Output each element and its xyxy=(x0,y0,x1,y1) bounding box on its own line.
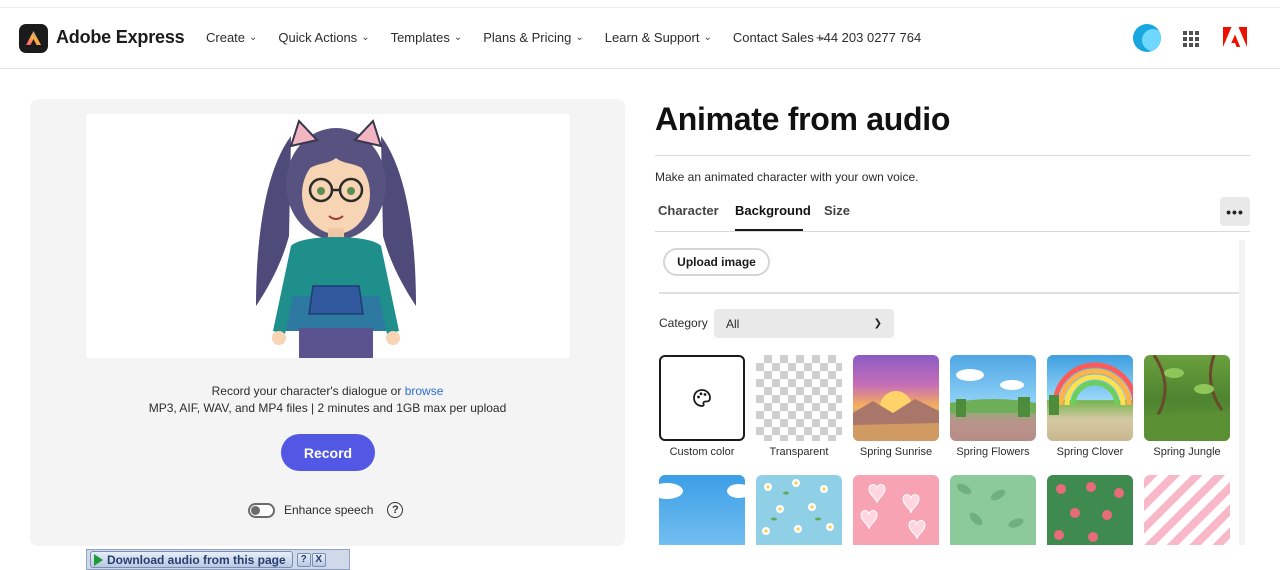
recording-panel: Record your character's dialogue or brow… xyxy=(30,99,625,546)
background-tile[interactable] xyxy=(1144,475,1230,545)
chevron-down-icon: ❯ xyxy=(873,318,882,329)
chevron-down-icon: ⌄ xyxy=(249,32,258,43)
background-tile[interactable] xyxy=(756,475,842,545)
nav-learn-support[interactable]: Learn & Support ⌄ xyxy=(605,30,712,45)
upload-image-button[interactable]: Upload image xyxy=(663,248,770,276)
download-close-button[interactable]: X xyxy=(311,552,326,567)
hearts-pattern xyxy=(860,484,926,540)
background-tile[interactable] xyxy=(950,355,1036,441)
background-custom-color[interactable]: Custom color xyxy=(659,355,745,458)
enhance-speech-row: Enhance speech ? xyxy=(248,502,404,518)
jungle-scene xyxy=(1144,355,1230,441)
flowers-scene xyxy=(950,369,1036,417)
background-tile[interactable] xyxy=(1047,355,1133,441)
category-select[interactable]: All ❯ xyxy=(714,309,894,338)
nav-quick-actions[interactable]: Quick Actions ⌄ xyxy=(278,30,369,45)
palette-icon xyxy=(693,389,711,407)
record-button[interactable]: Record xyxy=(281,434,375,471)
background-label: Spring Flowers xyxy=(956,446,1030,458)
brand-name[interactable]: Adobe Express xyxy=(56,27,185,48)
file-limits-text: MP3, AIF, WAV, and MP4 files | 2 minutes… xyxy=(148,401,507,415)
enhance-speech-toggle[interactable] xyxy=(248,502,275,518)
sunrise-scene xyxy=(853,391,939,441)
download-audio-button[interactable]: Download audio from this page xyxy=(90,551,293,568)
adobe-logo-icon[interactable] xyxy=(1223,27,1247,48)
background-transparent[interactable]: Transparent xyxy=(756,355,842,458)
background-tile[interactable] xyxy=(756,355,842,441)
leaves-pattern xyxy=(956,483,1024,528)
enhance-speech-label: Enhance speech xyxy=(284,503,374,517)
background-roses-pattern[interactable] xyxy=(1047,475,1133,545)
background-tile[interactable] xyxy=(853,355,939,441)
download-audio-toolbar: Download audio from this page ? X xyxy=(86,549,350,570)
chevron-down-icon: ⌄ xyxy=(703,32,712,43)
more-options-button[interactable]: ••• xyxy=(1220,197,1250,226)
animated-character-illustration xyxy=(256,119,416,358)
sky-scene xyxy=(659,483,745,499)
background-tile[interactable] xyxy=(659,475,745,545)
page-subtitle: Make an animated character with your own… xyxy=(655,170,919,184)
browse-link[interactable]: browse xyxy=(405,384,444,398)
browser-top-strip xyxy=(0,0,1280,8)
background-spring-flowers[interactable]: Spring Flowers xyxy=(950,355,1036,458)
rainbow-scene xyxy=(1049,362,1133,415)
background-spring-clover[interactable]: Spring Clover xyxy=(1047,355,1133,458)
background-daisy-pattern[interactable] xyxy=(756,475,842,545)
divider xyxy=(655,155,1250,156)
background-stripes-pattern[interactable] xyxy=(1144,475,1230,545)
site-header: Adobe Express Create ⌄ Quick Actions ⌄ Tem… xyxy=(0,8,1280,69)
background-label: Custom color xyxy=(669,446,735,458)
page-title: Animate from audio xyxy=(655,101,951,137)
category-label: Category xyxy=(659,316,708,330)
phone-number[interactable]: +44 203 0277 764 xyxy=(816,30,921,45)
chevron-down-icon: ⌄ xyxy=(361,32,370,43)
background-tile[interactable] xyxy=(1144,355,1230,441)
background-tile[interactable] xyxy=(950,475,1036,545)
play-icon xyxy=(94,553,103,566)
background-label: Spring Sunrise xyxy=(859,446,933,458)
apps-grid-icon[interactable] xyxy=(1183,31,1199,47)
background-tile[interactable] xyxy=(659,355,745,441)
active-tab-indicator xyxy=(735,229,803,231)
nav-create[interactable]: Create ⌄ xyxy=(206,30,257,45)
tab-background[interactable]: Background xyxy=(735,203,811,218)
daisy-pattern xyxy=(762,479,834,535)
user-avatar[interactable] xyxy=(1133,24,1161,52)
upload-instructions: Record your character's dialogue or brow… xyxy=(30,383,625,417)
background-tile[interactable] xyxy=(853,475,939,545)
background-tile[interactable] xyxy=(1047,475,1133,545)
main-nav: Create ⌄ Quick Actions ⌄ Templates ⌄ Plans … xyxy=(206,30,847,45)
tab-character[interactable]: Character xyxy=(658,203,719,218)
adobe-express-logo-icon[interactable] xyxy=(19,24,48,53)
background-leaves-pattern[interactable] xyxy=(950,475,1036,545)
chevron-down-icon: ⌄ xyxy=(453,32,463,43)
nav-contact-sales[interactable]: Contact Sales ⌄ xyxy=(733,30,826,45)
instruction-text: Record your character's dialogue or xyxy=(211,384,402,398)
divider xyxy=(659,292,1239,294)
background-options-panel[interactable]: Upload image Category All ❯ Custom color… xyxy=(655,240,1245,545)
background-spring-jungle[interactable]: Spring Jungle xyxy=(1144,355,1230,458)
background-label: Spring Jungle xyxy=(1153,446,1221,458)
background-hearts-pattern[interactable] xyxy=(853,475,939,545)
nav-templates[interactable]: Templates ⌄ xyxy=(391,30,463,45)
tab-size[interactable]: Size xyxy=(824,203,850,218)
help-icon[interactable]: ? xyxy=(387,502,404,518)
roses-pattern xyxy=(1054,482,1124,542)
settings-tabs: Character Background Size ••• xyxy=(655,197,1250,232)
character-preview xyxy=(86,114,570,358)
nav-plans-pricing[interactable]: Plans & Pricing ⌄ xyxy=(483,30,584,45)
download-help-button[interactable]: ? xyxy=(296,552,311,567)
background-spring-sunrise[interactable]: Spring Sunrise xyxy=(853,355,939,458)
background-sky[interactable] xyxy=(659,475,745,545)
background-label: Spring Clover xyxy=(1056,446,1124,458)
chevron-down-icon: ⌄ xyxy=(575,32,584,43)
background-label: Transparent xyxy=(769,446,829,458)
